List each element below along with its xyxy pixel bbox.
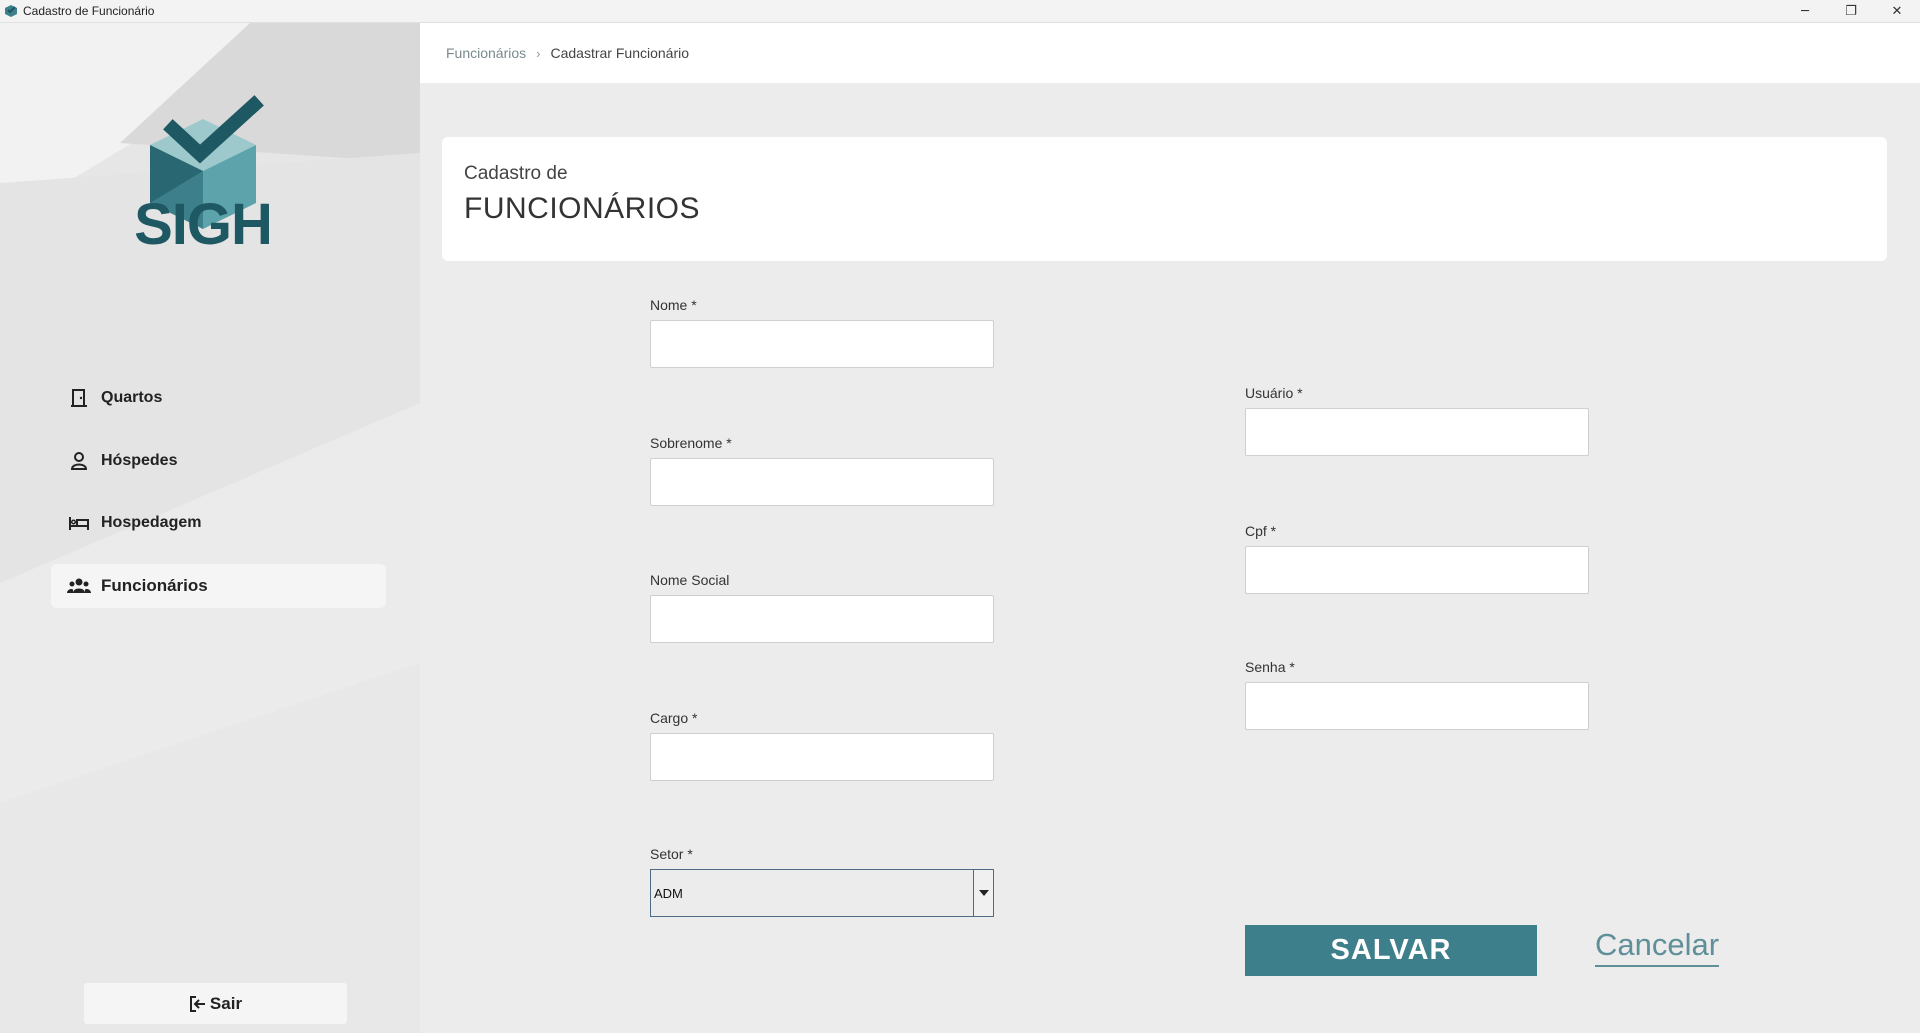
sobrenome-input[interactable] [650, 458, 994, 506]
app-icon [3, 3, 19, 19]
page-subtitle: Cadastro de [464, 163, 568, 184]
sidebar-item-quartos[interactable]: Quartos [51, 376, 386, 420]
sidebar-nav: Quartos Hóspedes Hospedagem Funcionários [51, 376, 386, 626]
senha-input[interactable] [1245, 682, 1589, 730]
breadcrumb-parent-link[interactable]: Funcionários [446, 45, 526, 61]
sigh-logo-text: SIGH [134, 192, 273, 257]
sidebar-item-label: Hospedagem [101, 514, 202, 531]
cpf-input[interactable] [1245, 546, 1589, 594]
nome-label: Nome * [650, 297, 697, 313]
save-button[interactable]: SALVAR [1245, 925, 1537, 976]
nome-social-label: Nome Social [650, 572, 730, 588]
logout-icon [189, 995, 207, 1013]
sidebar-item-label: Quartos [101, 389, 163, 406]
door-icon [67, 386, 91, 410]
cpf-label: Cpf * [1245, 523, 1277, 539]
exit-button[interactable]: Sair [84, 983, 347, 1024]
group-icon [67, 574, 91, 598]
sidebar-item-funcionarios[interactable]: Funcionários [51, 563, 386, 608]
sidebar-item-label: Funcionários [101, 575, 208, 595]
setor-select[interactable]: ADM [650, 869, 994, 917]
breadcrumb: Funcionários › Cadastrar Funcionário [420, 23, 1920, 83]
cargo-field-group: Cargo * [650, 710, 994, 781]
exit-label: Sair [209, 993, 243, 1013]
cargo-input[interactable] [650, 733, 994, 781]
person-icon [67, 449, 91, 473]
nome-social-input[interactable] [650, 595, 994, 643]
setor-field-group: Setor * ADM [650, 846, 994, 917]
restore-button[interactable]: ❐ [1828, 0, 1874, 23]
window-title: Cadastro de Funcionário [23, 4, 155, 18]
usuario-label: Usuário * [1245, 385, 1303, 401]
breadcrumb-current: Cadastrar Funcionário [550, 45, 690, 61]
cpf-field-group: Cpf * [1245, 523, 1589, 594]
window-titlebar: Cadastro de Funcionário ─ ❐ ✕ [0, 0, 1920, 23]
nome-input[interactable] [650, 320, 994, 368]
page-title: FUNCIONÁRIOS [464, 192, 701, 225]
usuario-field-group: Usuário * [1245, 385, 1589, 456]
setor-label: Setor * [650, 846, 693, 862]
setor-selected-value: ADM [654, 885, 683, 901]
sidebar-item-hospedes[interactable]: Hóspedes [51, 439, 386, 483]
nome-field-group: Nome * [650, 297, 994, 368]
bed-icon [67, 511, 91, 535]
usuario-input[interactable] [1245, 408, 1589, 456]
cancel-link[interactable]: Cancelar [1595, 925, 1720, 967]
sobrenome-field-group: Sobrenome * [650, 435, 994, 506]
sidebar-item-label: Hóspedes [101, 451, 178, 469]
senha-field-group: Senha * [1245, 659, 1589, 730]
sobrenome-label: Sobrenome * [650, 435, 732, 451]
page-header-card: Cadastro de FUNCIONÁRIOS [442, 137, 1887, 261]
sidebar: SIGH Quartos Hóspedes Hospedagem Funcion… [0, 23, 420, 1033]
sidebar-item-hospedagem[interactable]: Hospedagem [51, 501, 386, 545]
dropdown-arrow-icon[interactable] [973, 870, 993, 916]
close-button[interactable]: ✕ [1874, 0, 1920, 23]
window-controls: ─ ❐ ✕ [1782, 0, 1920, 23]
cargo-label: Cargo * [650, 710, 698, 726]
nome-social-field-group: Nome Social [650, 572, 994, 643]
senha-label: Senha * [1245, 659, 1295, 675]
minimize-button[interactable]: ─ [1782, 0, 1828, 23]
breadcrumb-separator: › [536, 45, 541, 61]
